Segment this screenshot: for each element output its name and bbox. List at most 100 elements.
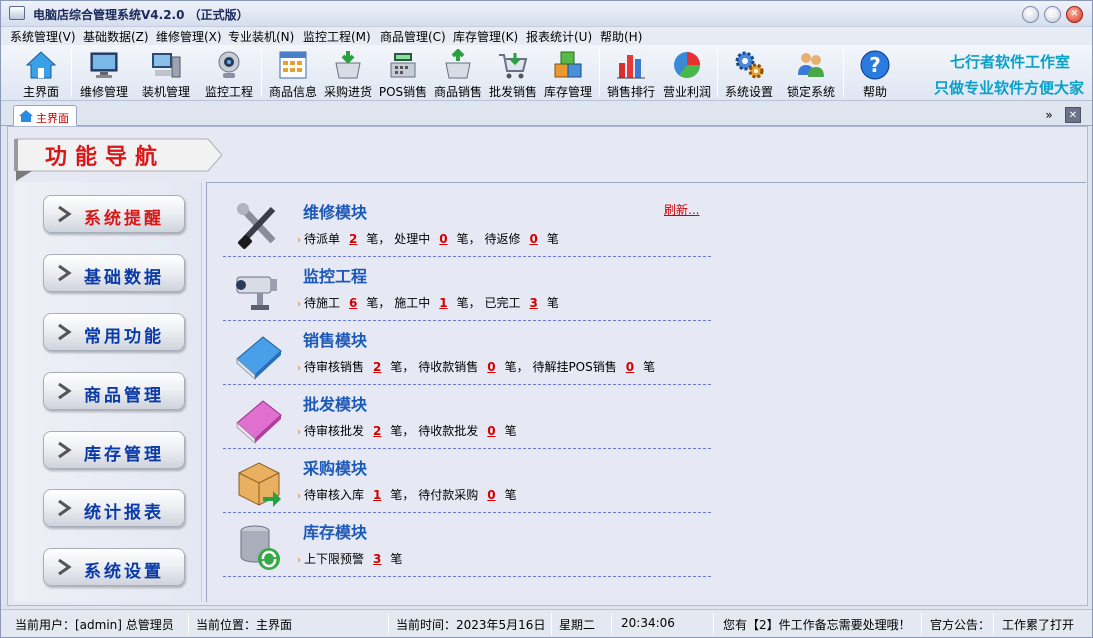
- toolbar-label: 营业利润: [662, 85, 711, 99]
- stat-unit: 笔，: [390, 424, 415, 438]
- toolbar-pos[interactable]: POS销售: [378, 47, 428, 99]
- menu-assembly[interactable]: 专业装机(N): [228, 28, 294, 45]
- toolbar-lock[interactable]: 锁定系统: [784, 47, 838, 99]
- menu-surveillance[interactable]: 监控工程(M): [303, 28, 371, 45]
- arrow-icon: ›: [297, 363, 301, 374]
- stat-value-link[interactable]: 3: [529, 296, 537, 310]
- toolbar-assembly[interactable]: 装机管理: [139, 47, 193, 99]
- module-stats: › 待审核入库 1 笔， 待付款采购 0 笔: [297, 486, 517, 503]
- toolbar-profit[interactable]: 营业利润: [660, 47, 714, 99]
- stat-value-link[interactable]: 0: [487, 360, 495, 374]
- toolbar-purchase[interactable]: 采购进货: [321, 47, 375, 99]
- toolbar-inventory[interactable]: 库存管理: [541, 47, 595, 99]
- stat-value-link[interactable]: 0: [487, 424, 495, 438]
- stat-value-link[interactable]: 0: [626, 360, 634, 374]
- home-icon: [19, 110, 33, 122]
- chevron-right-icon: [58, 382, 72, 400]
- nav-common-functions-button[interactable]: 常用功能: [43, 313, 185, 351]
- nav-label: 系统提醒: [84, 209, 164, 229]
- tab-close-icon[interactable]: ✕: [1065, 107, 1081, 123]
- app-icon: [9, 6, 25, 20]
- module-title[interactable]: 监控工程: [303, 263, 367, 287]
- status-separator: [713, 613, 714, 635]
- toolbar-home[interactable]: 主界面: [15, 47, 67, 99]
- stat-value-link[interactable]: 0: [487, 488, 495, 502]
- toolbar-help[interactable]: ? 帮助: [853, 47, 897, 99]
- stat-value-link[interactable]: 2: [373, 424, 381, 438]
- main-window: 电脑店综合管理系统V4.2.0 （正式版） – □ ✕ 系统管理(V) 基础数据…: [0, 0, 1093, 638]
- stat-value-link[interactable]: 0: [529, 232, 537, 246]
- module-purchase: 采购模块 › 待审核入库 1 笔， 待付款采购 0 笔: [223, 449, 711, 513]
- tab-label: 主界面: [36, 112, 69, 125]
- stat-unit: 笔: [546, 232, 559, 246]
- module-sales: 销售模块 › 待审核销售 2 笔， 待收款销售 0 笔， 待解挂POS销售 0 笔: [223, 321, 711, 385]
- nav-inventory-management-button[interactable]: 库存管理: [43, 431, 185, 469]
- menu-basic-data[interactable]: 基础数据(Z): [83, 28, 149, 45]
- stat-label: 待收款批发: [418, 424, 479, 438]
- stat-label: 待派单: [304, 232, 341, 246]
- module-title[interactable]: 采购模块: [303, 455, 367, 479]
- stat-unit: 笔: [390, 552, 403, 566]
- stat-value-link[interactable]: 1: [373, 488, 381, 502]
- status-current-user: 当前用户：[admin] 总管理员: [15, 618, 174, 632]
- tools-icon: [237, 203, 276, 249]
- menu-bar: 系统管理(V) 基础数据(Z) 维修管理(X) 专业装机(N) 监控工程(M) …: [1, 27, 1092, 45]
- maximize-icon: □: [1048, 9, 1057, 19]
- nav-system-settings-button[interactable]: 系统设置: [43, 548, 185, 586]
- arrow-icon: ›: [297, 235, 301, 246]
- toolbar-wholesale[interactable]: 批发销售: [488, 47, 538, 99]
- toolbar-label: 商品信息: [268, 85, 317, 99]
- module-stats: › 待派单 2 笔， 处理中 0 笔， 待返修 0 笔: [297, 230, 559, 247]
- module-title[interactable]: 批发模块: [303, 391, 367, 415]
- arrow-icon: ›: [297, 491, 301, 502]
- menu-reports[interactable]: 报表统计(U): [526, 28, 592, 45]
- nav-banner: 功能导航: [14, 138, 222, 181]
- stat-value-link[interactable]: 2: [349, 232, 357, 246]
- stat-value-link[interactable]: 2: [373, 360, 381, 374]
- pink-book-icon: [236, 400, 282, 445]
- stat-unit: 笔: [643, 360, 656, 374]
- stat-value-link[interactable]: 6: [349, 296, 357, 310]
- toolbar-label: 帮助: [862, 85, 887, 99]
- status-weekday: 星期二: [559, 618, 596, 632]
- toolbar-settings[interactable]: 系统设置: [722, 47, 776, 99]
- toolbar-repair[interactable]: 维修管理: [77, 47, 131, 99]
- module-title[interactable]: 库存模块: [303, 519, 367, 543]
- maximize-button[interactable]: □: [1044, 6, 1061, 23]
- nav-label: 系统设置: [84, 562, 164, 582]
- toolbar-goods-sales[interactable]: 商品销售: [431, 47, 485, 99]
- stat-value-link[interactable]: 0: [439, 232, 447, 246]
- close-button[interactable]: ✕: [1066, 6, 1083, 23]
- minimize-button[interactable]: –: [1022, 6, 1039, 23]
- chevron-right-icon: [58, 323, 72, 341]
- status-current-location: 当前位置：主界面: [196, 618, 293, 632]
- stat-value-link[interactable]: 3: [373, 552, 381, 566]
- nav-system-reminder-button[interactable]: 系统提醒: [43, 195, 185, 233]
- module-title[interactable]: 维修模块: [303, 199, 367, 223]
- nav-goods-management-button[interactable]: 商品管理: [43, 372, 185, 410]
- minimize-icon: –: [1028, 9, 1033, 19]
- nav-statistics-reports-button[interactable]: 统计报表: [43, 489, 185, 527]
- nav-basic-data-button[interactable]: 基础数据: [43, 254, 185, 292]
- main-content: 功能导航 系统提醒 基础数据 常用功能 商品管理 库存管理 统计报表 系统设置 …: [7, 126, 1088, 606]
- svg-text:?: ?: [869, 53, 881, 77]
- stat-value-link[interactable]: 1: [439, 296, 447, 310]
- users-lock-icon: [798, 53, 824, 77]
- toolbar-label: 批发销售: [488, 85, 537, 99]
- menu-repair[interactable]: 维修管理(X): [156, 28, 222, 45]
- menu-help[interactable]: 帮助(H): [600, 28, 642, 45]
- status-separator: [188, 613, 189, 635]
- chevron-right-icon: [58, 558, 72, 576]
- chevron-right-icon: [58, 264, 72, 282]
- status-memo-link[interactable]: 您有【2】件工作备忘需要处理哦！: [723, 616, 911, 633]
- toolbar-surveillance[interactable]: 监控工程: [202, 47, 256, 99]
- tab-main[interactable]: 主界面: [13, 105, 77, 127]
- menu-inventory[interactable]: 库存管理(K): [453, 28, 518, 45]
- menu-system[interactable]: 系统管理(V): [10, 28, 76, 45]
- tab-scroll-chevron-icon[interactable]: »: [1041, 107, 1057, 123]
- toolbar-goods-info[interactable]: 商品信息: [265, 47, 321, 99]
- status-notice-text[interactable]: 工作累了打开: [1002, 616, 1074, 633]
- module-title[interactable]: 销售模块: [303, 327, 367, 351]
- toolbar-sales-ranking[interactable]: 销售排行: [604, 47, 658, 99]
- menu-goods[interactable]: 商品管理(C): [380, 28, 446, 45]
